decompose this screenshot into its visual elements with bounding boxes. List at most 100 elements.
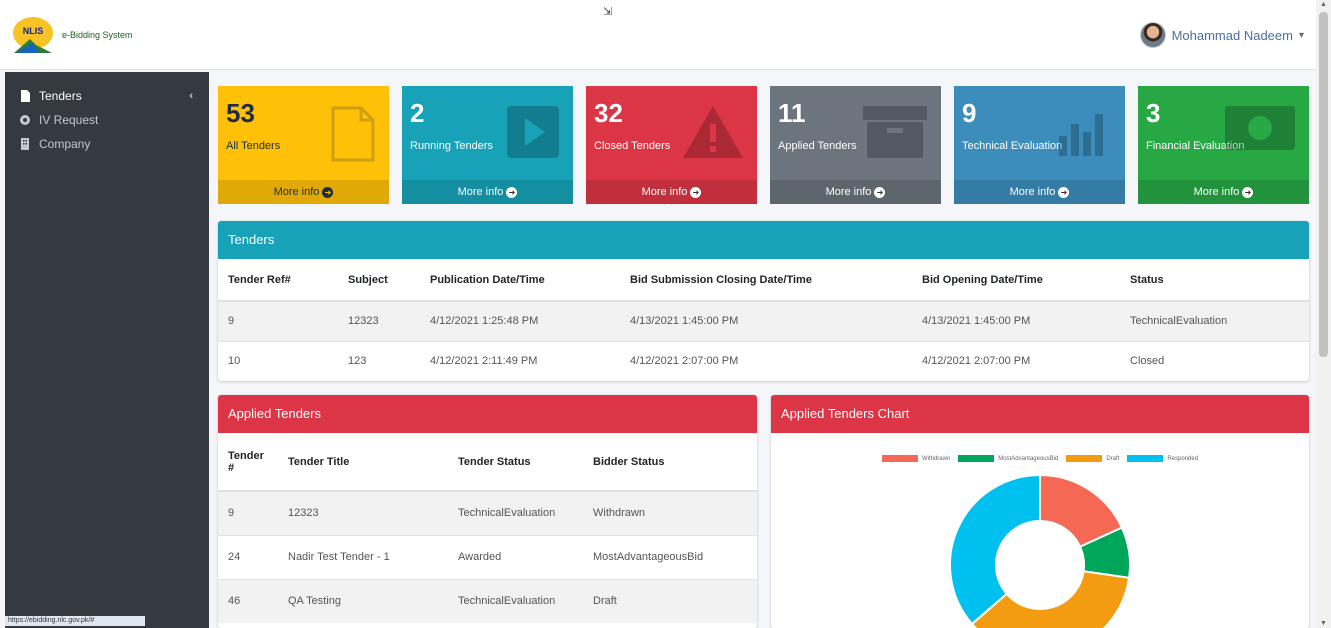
legend-label: MostAdvantageousBid — [998, 455, 1059, 462]
box-count: 32 — [594, 98, 623, 128]
logo-abbr: NLIS — [23, 26, 44, 36]
table-header-row: Tender # Tender Title Tender Status Bidd… — [218, 433, 757, 492]
cell-title: QA Testing — [278, 578, 448, 623]
more-info-label: More info — [825, 186, 872, 198]
column-header: Tender Title — [278, 433, 448, 492]
cell-title: 12323 — [278, 490, 448, 535]
more-info-link[interactable]: More info ➜ — [1138, 180, 1309, 204]
gears-icon — [20, 115, 30, 125]
box-label: Running Tenders — [410, 140, 493, 152]
legend-swatch — [1127, 455, 1164, 462]
app-logo[interactable]: NLIS e-Bidding System — [10, 8, 160, 63]
user-menu[interactable]: Mohammad Nadeem ▾ — [1139, 22, 1304, 48]
applied-tenders-table: Tender # Tender Title Tender Status Bidd… — [218, 433, 757, 623]
cell-bidder-status: Draft — [583, 578, 757, 623]
small-box-financial-evaluation: 3 Financial Evaluation More info ➜ — [1138, 86, 1309, 204]
arrow-circle-right-icon: ➜ — [506, 186, 518, 198]
table-row[interactable]: 9 12323 TechnicalEvaluation Withdrawn — [218, 490, 757, 535]
column-header: Publication Date/Time — [420, 259, 620, 302]
arrow-circle-right-icon: ➜ — [322, 186, 334, 198]
applied-tenders-card: Applied Tenders Tender # Tender Title Te… — [218, 395, 757, 628]
legend-swatch — [1066, 455, 1103, 462]
file-icon — [21, 90, 30, 102]
card-title: Applied Tenders Chart — [771, 395, 1309, 433]
cell-tender-status: Awarded — [448, 534, 583, 579]
cell-tender-status: TechnicalEvaluation — [448, 578, 583, 623]
donut-slice-responded[interactable] — [949, 473, 1041, 626]
cell-subject: 123 — [338, 340, 420, 381]
more-info-label: More info — [273, 186, 320, 198]
more-info-link[interactable]: More info ➜ — [402, 180, 573, 204]
box-label: All Tenders — [226, 140, 281, 152]
user-name: Mohammad Nadeem — [1171, 27, 1293, 43]
building-icon — [21, 138, 29, 150]
small-box-closed-tenders: 32 Closed Tenders More info ➜ — [586, 86, 757, 204]
cell-opening: 4/13/2021 1:45:00 PM — [912, 300, 1120, 341]
applied-tenders-chart-card: Applied Tenders Chart Withdrawn MostAdvan… — [771, 395, 1309, 628]
archive-icon — [863, 106, 927, 158]
box-count: 9 — [962, 98, 977, 128]
legend-label: Draft — [1106, 455, 1120, 462]
more-info-link[interactable]: More info ➜ — [586, 180, 757, 204]
sidebar-item-tenders[interactable]: Tenders ‹ — [5, 84, 209, 108]
chevron-left-icon: ‹ — [189, 90, 193, 102]
cell-bidder-status: MostAdvantageousBid — [583, 534, 757, 579]
sidebar: Tenders ‹ IV Request Company https://ebi… — [5, 72, 209, 628]
sidebar-item-label: Tenders — [39, 89, 82, 103]
sidebar-item-label: Company — [39, 137, 91, 151]
file-icon — [331, 106, 375, 162]
legend-item[interactable]: Withdrawn — [881, 455, 951, 462]
cell-publication: 4/12/2021 1:25:48 PM — [420, 300, 620, 341]
top-navbar: NLIS e-Bidding System ⇲ Mohammad Nadeem … — [0, 0, 1316, 70]
status-bar-url: https://ebidding.nlc.gov.pk/# — [5, 616, 145, 626]
box-label: Technical Evaluation — [962, 140, 1063, 152]
vertical-scrollbar[interactable]: ▲ ▼ — [1316, 0, 1331, 628]
sidebar-item-company[interactable]: Company — [5, 132, 209, 156]
more-info-label: More info — [457, 186, 504, 198]
column-header: Subject — [338, 259, 420, 302]
more-info-link[interactable]: More info ➜ — [770, 180, 941, 204]
column-header: Bidder Status — [583, 433, 757, 492]
more-info-label: More info — [1193, 186, 1240, 198]
cell-number: 9 — [218, 490, 278, 535]
table-row[interactable]: 24 Nadir Test Tender - 1 Awarded MostAdv… — [218, 534, 757, 579]
box-label: Closed Tenders — [594, 140, 671, 152]
small-box-running-tenders: 2 Running Tenders More info ➜ — [402, 86, 573, 204]
cell-number: 24 — [218, 534, 278, 579]
chart-legend: Withdrawn MostAdvantageousBid Draft Respond… — [771, 455, 1309, 462]
column-header: Status — [1120, 259, 1309, 302]
scroll-down-icon[interactable]: ▼ — [1320, 620, 1327, 627]
logo-system-name: e-Bidding System — [62, 30, 133, 40]
legend-label: Withdrawn — [921, 455, 951, 462]
legend-swatch — [958, 455, 995, 462]
table-row[interactable]: 9 12323 4/12/2021 1:25:48 PM 4/13/2021 1… — [218, 300, 1309, 341]
scroll-thumb[interactable] — [1319, 12, 1328, 357]
cell-closing: 4/12/2021 2:07:00 PM — [620, 340, 912, 381]
box-count: 3 — [1146, 98, 1161, 128]
cell-opening: 4/12/2021 2:07:00 PM — [912, 340, 1120, 381]
more-info-link[interactable]: More info ➜ — [218, 180, 389, 204]
box-label: Applied Tenders — [778, 140, 857, 152]
legend-item[interactable]: MostAdvantageousBid — [958, 455, 1058, 462]
cell-ref: 9 — [218, 300, 338, 341]
box-count: 11 — [778, 98, 806, 128]
cell-closing: 4/13/2021 1:45:00 PM — [620, 300, 912, 341]
column-header: Bid Submission Closing Date/Time — [620, 259, 912, 302]
table-row[interactable]: 10 123 4/12/2021 2:11:49 PM 4/12/2021 2:… — [218, 340, 1309, 381]
small-box-applied-tenders: 11 Applied Tenders More info ➜ — [770, 86, 941, 204]
legend-item[interactable]: Responded — [1127, 455, 1198, 462]
warning-icon — [683, 106, 743, 158]
column-header: Tender # — [218, 433, 278, 492]
chevron-down-icon: ▾ — [1298, 29, 1304, 41]
arrow-circle-right-icon: ➜ — [1242, 186, 1254, 198]
legend-item[interactable]: Draft — [1066, 455, 1119, 462]
sidebar-item-iv-request[interactable]: IV Request — [5, 108, 209, 132]
more-info-link[interactable]: More info ➜ — [954, 180, 1125, 204]
cell-status: Closed — [1120, 340, 1309, 381]
table-row[interactable]: 46 QA Testing TechnicalEvaluation Draft — [218, 578, 757, 623]
table-header-row: Tender Ref# Subject Publication Date/Tim… — [218, 259, 1309, 302]
tenders-card: Tenders Tender Ref# Subject Publication … — [218, 221, 1309, 381]
cell-number: 46 — [218, 578, 278, 623]
scroll-up-icon[interactable]: ▲ — [1320, 1, 1327, 8]
arrow-circle-right-icon: ➜ — [690, 186, 702, 198]
